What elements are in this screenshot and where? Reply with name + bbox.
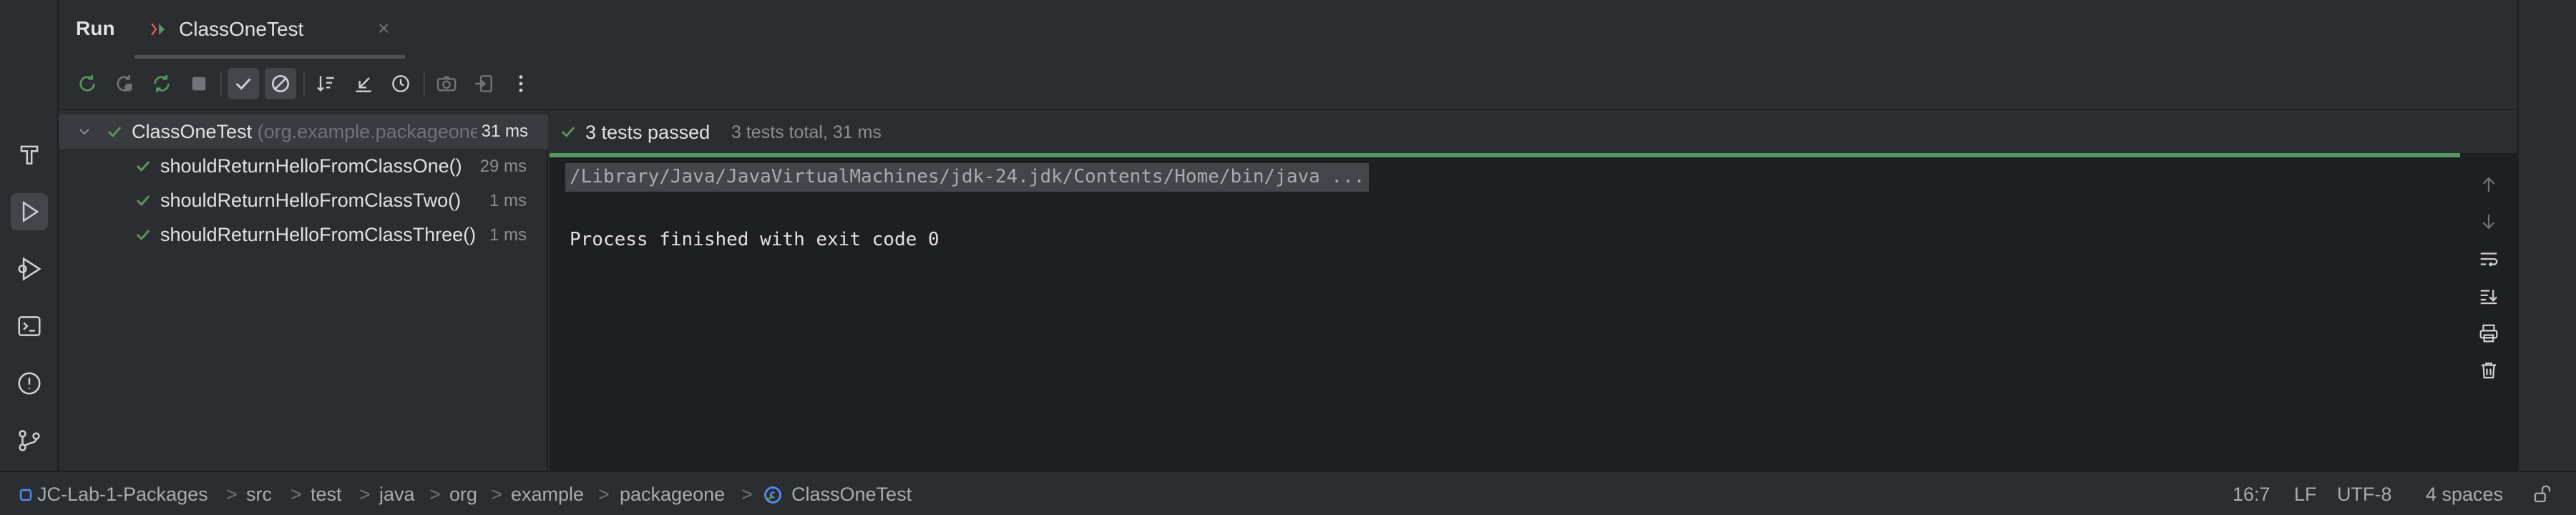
passed-check-icon bbox=[561, 127, 575, 138]
run-toolbar bbox=[59, 59, 2517, 109]
tests-passed-label: 3 tests passed bbox=[585, 122, 711, 143]
tree-root-label: ClassOneTest bbox=[132, 121, 253, 142]
tree-root-classonetest[interactable]: ClassOneTest (org.example.packageone) 31… bbox=[59, 114, 548, 149]
exit-message: Process finished with exit code 0 bbox=[570, 229, 940, 250]
passed-check-icon bbox=[107, 127, 122, 138]
tree-item-time: 29 ms bbox=[479, 157, 527, 176]
scroll-to-end-icon[interactable] bbox=[2476, 283, 2502, 309]
breadcrumb-class[interactable]: ClassOneTest bbox=[791, 484, 912, 506]
line-ending[interactable]: LF bbox=[2294, 484, 2317, 506]
test-summary-bar: 3 tests passed 3 tests total, 31 ms bbox=[550, 110, 2517, 153]
tree-root-package: (org.example.packageone) bbox=[257, 121, 487, 142]
breadcrumb-java[interactable]: java bbox=[379, 484, 415, 506]
breadcrumb-separator: > bbox=[491, 484, 502, 505]
print-icon[interactable] bbox=[2476, 320, 2502, 346]
tab-label: ClassOneTest bbox=[179, 18, 304, 40]
clear-all-icon[interactable] bbox=[2476, 358, 2502, 383]
tree-item[interactable]: shouldReturnHelloFromClassOne() 29 ms bbox=[59, 149, 548, 183]
breadcrumb-example[interactable]: example bbox=[511, 484, 584, 506]
breadcrumb-separator: > bbox=[429, 484, 441, 505]
tab-classonetest[interactable]: ClassOneTest × bbox=[135, 0, 405, 59]
collapse-all-icon[interactable] bbox=[348, 68, 379, 99]
run-icon[interactable] bbox=[11, 193, 48, 230]
file-encoding[interactable]: UTF-8 bbox=[2337, 484, 2392, 506]
tests-total-label: 3 tests total, 31 ms bbox=[731, 122, 882, 142]
console-panel: 3 tests passed 3 tests total, 31 ms /Lib… bbox=[550, 109, 2517, 472]
git-icon[interactable] bbox=[11, 422, 48, 459]
tree-item-time: 1 ms bbox=[489, 191, 527, 210]
tree-item-label: shouldReturnHelloFromClassThree() bbox=[160, 224, 477, 245]
breadcrumb-separator: > bbox=[741, 484, 753, 505]
rerun-failed-icon[interactable] bbox=[109, 68, 140, 99]
chevron-down-icon[interactable] bbox=[76, 123, 93, 140]
breadcrumb-separator: > bbox=[291, 484, 302, 505]
stop-icon[interactable] bbox=[183, 68, 215, 99]
breadcrumb-org[interactable]: org bbox=[449, 484, 477, 506]
breadcrumb-packageone[interactable]: packageone bbox=[620, 484, 725, 506]
tree-item[interactable]: shouldReturnHelloFromClassThree() 1 ms bbox=[59, 217, 548, 252]
status-bar: JC-Lab-1-Packages > src > test > java > … bbox=[0, 471, 2576, 515]
passed-check-icon bbox=[136, 161, 150, 172]
breadcrumb-separator: > bbox=[359, 484, 371, 505]
indent-setting[interactable]: 4 spaces bbox=[2426, 484, 2503, 506]
tree-item-label: shouldReturnHelloFromClassTwo() bbox=[160, 190, 462, 211]
close-icon[interactable]: × bbox=[378, 17, 389, 40]
test-history-icon[interactable] bbox=[385, 68, 416, 99]
tree-item-label: shouldReturnHelloFromClassOne() bbox=[160, 155, 462, 177]
tree-item[interactable]: shouldReturnHelloFromClassTwo() 1 ms bbox=[59, 183, 548, 217]
breadcrumb-project[interactable]: JC-Lab-1-Packages bbox=[37, 484, 208, 506]
class-test-icon bbox=[764, 486, 781, 504]
terminal-icon[interactable] bbox=[11, 308, 48, 345]
show-ignored-icon[interactable] bbox=[265, 68, 296, 99]
console-side-toolbar bbox=[2460, 157, 2517, 472]
build-icon[interactable] bbox=[11, 136, 48, 173]
left-tool-strip bbox=[0, 0, 59, 471]
breadcrumb-src[interactable]: src bbox=[246, 484, 272, 506]
sort-alpha-icon[interactable] bbox=[311, 68, 342, 99]
tool-window-header: Run ClassOneTest × bbox=[59, 0, 2517, 59]
breadcrumb-test[interactable]: test bbox=[311, 484, 342, 506]
test-results-tree: ClassOneTest (org.example.packageone) 31… bbox=[59, 109, 548, 471]
passed-check-icon bbox=[136, 230, 150, 241]
more-icon[interactable] bbox=[505, 68, 537, 99]
caret-position[interactable]: 16:7 bbox=[2233, 484, 2270, 506]
right-tool-strip bbox=[2517, 0, 2576, 471]
module-icon bbox=[19, 489, 32, 501]
tool-window-title: Run bbox=[76, 17, 115, 39]
soft-wrap-icon[interactable] bbox=[2476, 246, 2502, 272]
tree-item-time: 1 ms bbox=[489, 225, 527, 245]
toggle-auto-test-icon[interactable] bbox=[146, 68, 177, 99]
services-icon[interactable] bbox=[11, 250, 48, 288]
import-icon[interactable] bbox=[468, 68, 499, 99]
scroll-down-icon[interactable] bbox=[2476, 209, 2502, 235]
scroll-up-icon[interactable] bbox=[2476, 172, 2502, 197]
tree-root-time: 31 ms bbox=[477, 122, 528, 142]
passed-check-icon bbox=[136, 195, 150, 207]
java-command-line[interactable]: /Library/Java/JavaVirtualMachines/jdk-24… bbox=[565, 163, 1370, 192]
export-icon[interactable] bbox=[431, 68, 462, 99]
console-output[interactable]: /Library/Java/JavaVirtualMachines/jdk-24… bbox=[550, 157, 2460, 472]
show-passed-icon[interactable] bbox=[228, 68, 259, 99]
run-tool-window: Run ClassOneTest × ClassOneTest (org.exa… bbox=[59, 0, 2517, 472]
breadcrumb-separator: > bbox=[598, 484, 610, 505]
breadcrumb-separator: > bbox=[226, 484, 238, 505]
test-run-icon bbox=[151, 23, 165, 36]
lock-icon[interactable] bbox=[2532, 484, 2553, 505]
rerun-icon[interactable] bbox=[72, 68, 103, 99]
problems-icon[interactable] bbox=[11, 365, 48, 402]
